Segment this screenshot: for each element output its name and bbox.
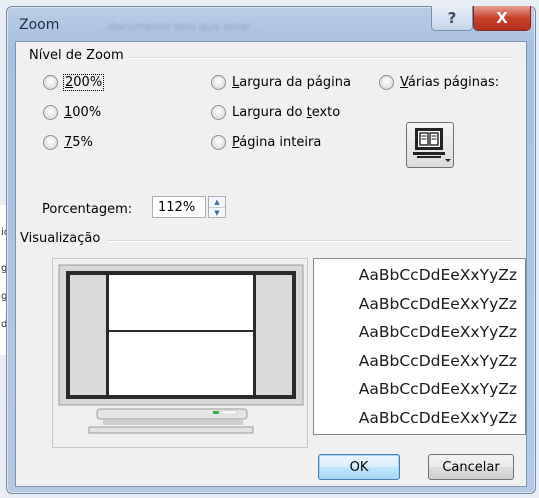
radio-100[interactable]: 100% <box>43 105 101 120</box>
monitor-pages-icon <box>413 128 451 162</box>
many-pages-dropdown-button[interactable] <box>406 122 454 168</box>
radio-text-width[interactable]: Largura do texto <box>211 105 340 120</box>
title-bar[interactable]: Zoom …documento tem que estar… ? X <box>7 6 535 41</box>
radio-200[interactable]: 200% <box>43 74 105 91</box>
sample-text-line: AaBbCcDdEeXxYyZz <box>358 408 517 427</box>
group-divider <box>108 240 514 242</box>
monitor-preview-icon <box>58 264 304 434</box>
radio-label-200: 200% <box>62 74 105 91</box>
radio-button[interactable] <box>43 135 58 150</box>
radio-button[interactable] <box>43 105 58 120</box>
radio-many-pages[interactable]: Várias páginas: <box>379 75 499 90</box>
radio-whole-page[interactable]: Página inteira <box>211 135 321 150</box>
dialog-body: Nível de Zoom 200% 100% 75% Largura da p… <box>15 41 527 487</box>
radio-label-whole-page: Página inteira <box>232 135 322 150</box>
sample-text-preview: AaBbCcDdEeXxYyZz AaBbCcDdEeXxYyZz AaBbCc… <box>313 258 526 435</box>
zoom-preview <box>52 258 308 448</box>
radio-label-many-pages: Várias páginas: <box>400 75 500 90</box>
close-icon: X <box>496 9 508 27</box>
help-icon: ? <box>447 9 457 27</box>
radio-label-page-width: Largura da página <box>232 75 351 90</box>
close-button[interactable]: X <box>473 6 531 31</box>
spin-up-icon[interactable]: ▲ <box>209 197 225 208</box>
chevron-down-icon <box>445 159 451 162</box>
radio-label-100: 100% <box>64 105 102 120</box>
sample-text-line: AaBbCcDdEeXxYyZz <box>358 266 517 284</box>
sample-text-line: AaBbCcDdEeXxYyZz <box>358 294 517 313</box>
radio-button[interactable] <box>43 75 58 90</box>
sample-text-line: AaBbCcDdEeXxYyZz <box>358 351 517 370</box>
radio-button[interactable] <box>379 75 394 90</box>
radio-page-width[interactable]: Largura da página <box>211 75 351 90</box>
spin-down-icon[interactable]: ▼ <box>209 208 225 218</box>
percentage-label: Porcentagem: <box>42 202 133 217</box>
cancel-button[interactable]: Cancelar <box>428 454 514 480</box>
background-window-text: …documento tem que estar… <box>97 20 263 33</box>
radio-75[interactable]: 75% <box>43 135 93 150</box>
sample-text-line: AaBbCcDdEeXxYyZz <box>358 380 517 398</box>
group-divider <box>130 57 514 59</box>
dialog-title: Zoom <box>19 17 60 33</box>
radio-button[interactable] <box>211 135 226 150</box>
percentage-input[interactable]: 112% <box>152 196 206 218</box>
ok-button[interactable]: OK <box>318 454 400 480</box>
radio-button[interactable] <box>211 75 226 90</box>
radio-button[interactable] <box>211 105 226 120</box>
zoom-level-group-label: Nível de Zoom <box>29 48 124 63</box>
percentage-spinner[interactable]: ▲ ▼ <box>208 196 226 218</box>
preview-group-label: Visualização <box>20 231 101 246</box>
radio-label-text-width: Largura do texto <box>232 105 341 120</box>
help-button[interactable]: ? <box>431 6 473 31</box>
zoom-dialog: Zoom …documento tem que estar… ? X Nível… <box>6 6 536 494</box>
sample-text-line: AaBbCcDdEeXxYyZz <box>358 323 517 341</box>
radio-label-75: 75% <box>64 135 93 150</box>
